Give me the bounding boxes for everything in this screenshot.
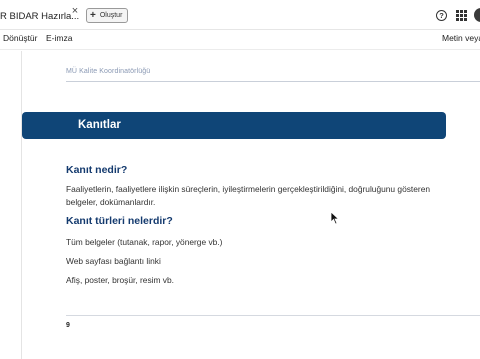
new-tab-label: Oluştur [99,12,123,19]
question-heading-types: Kanıt türleri nelerdir? [66,215,173,227]
list-item: Afiş, poster, broşür, resim vb. [66,275,174,285]
document-page: MÜ Kalite Koordinatörlüğü Kanıtlar Kanıt… [0,51,480,359]
mouse-cursor-icon [330,211,340,225]
menu-item-e-signature[interactable]: E-imza [46,33,72,43]
question-heading-what: Kanıt nedir? [66,164,128,176]
page-header: MÜ Kalite Koordinatörlüğü [66,68,151,75]
section-banner: Kanıtlar [22,112,446,139]
header-divider [66,81,480,82]
new-tab-button[interactable]: + Oluştur [86,8,128,23]
avatar[interactable] [474,8,480,22]
plus-icon: + [90,9,96,21]
list-item: Web sayfası bağlantı linki [66,256,161,266]
page-number: 9 [66,322,70,329]
close-icon[interactable]: × [69,4,81,18]
list-item: Tüm belgeler (tutanak, rapor, yönerge vb… [66,237,223,247]
help-icon[interactable]: ? [436,10,447,21]
footer-divider [66,315,480,316]
section-title: Kanıtlar [78,119,121,131]
search-text-field[interactable]: Metin veya [442,33,480,43]
apps-grid-icon[interactable] [456,10,467,21]
tab-strip: R BIDAR Hazırla... × + Oluştur ? [0,0,480,30]
definition-paragraph: Faaliyetlerin, faaliyetlere ilişkin süre… [66,184,431,207]
menu-bar: Dönüştür E-imza Metin veya [0,30,480,50]
tab-title: R BIDAR Hazırla... [0,10,80,22]
menu-item-convert[interactable]: Dönüştür [3,33,38,43]
page-margin-divider [21,51,22,359]
